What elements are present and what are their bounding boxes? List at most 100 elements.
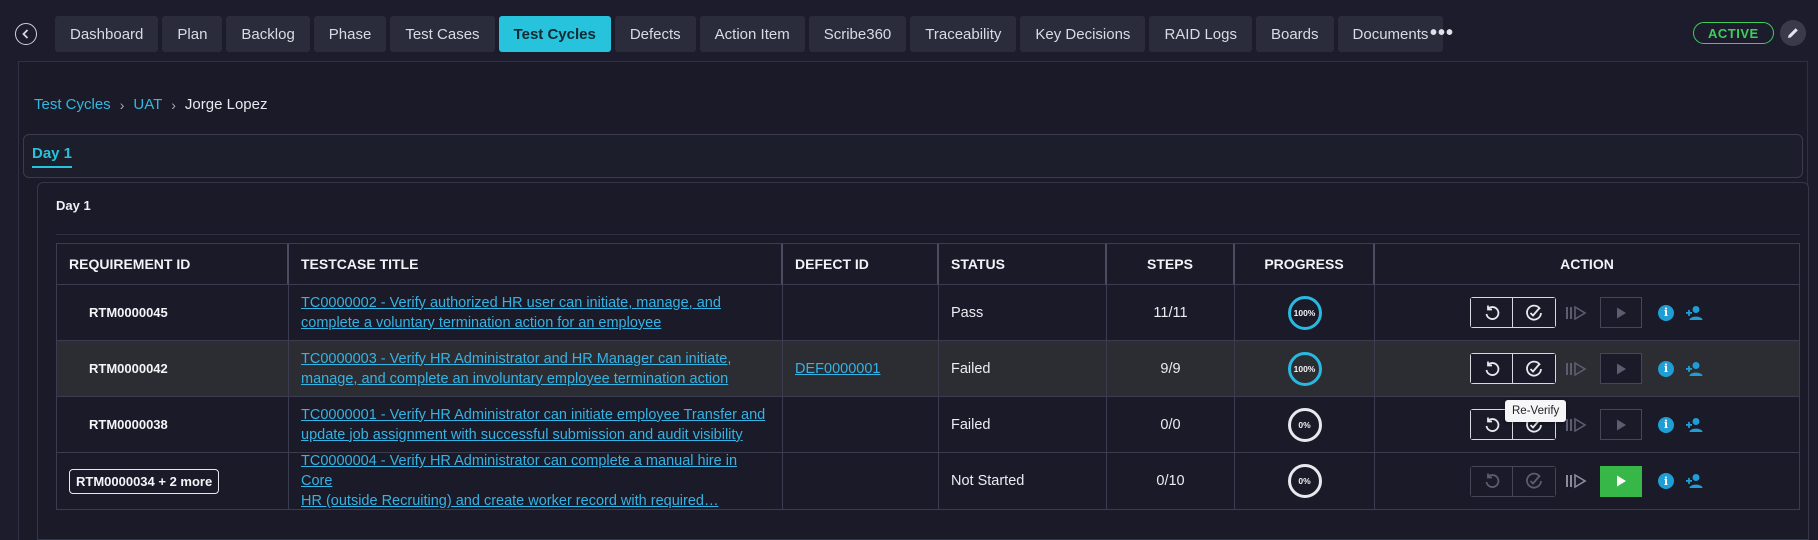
testcase-link[interactable]: TC0000001 - Verify HR Administrator can … [301, 405, 765, 425]
requirement-id: RTM0000038 [89, 417, 168, 432]
progress-ring: 100% [1287, 295, 1322, 330]
re-verify-button[interactable] [1513, 353, 1556, 384]
steps-count: 11/11 [1153, 304, 1188, 321]
section-title: Day 1 [56, 198, 91, 213]
retest-icon [1485, 361, 1499, 376]
retest-button[interactable] [1470, 353, 1513, 384]
testcase-link[interactable]: TC0000003 - Verify HR Administrator and … [301, 349, 731, 369]
execute-button[interactable] [1600, 297, 1642, 328]
test-cycle-table: REQUIREMENT ID TESTCASE TITLE DEFECT ID … [56, 243, 1800, 510]
tab-plan[interactable]: Plan [162, 16, 223, 52]
edit-icon[interactable] [1780, 20, 1806, 46]
retest-icon [1485, 305, 1499, 320]
re-verify-tooltip: Re-Verify [1505, 400, 1567, 422]
header-steps[interactable]: STEPS [1107, 244, 1235, 284]
info-icon[interactable]: i [1658, 304, 1674, 321]
progress-ring: 100% [1287, 351, 1322, 386]
play-icon [1617, 307, 1626, 318]
testcase-link[interactable]: TC0000004 - Verify HR Administrator can … [301, 451, 770, 491]
status-text: Failed [951, 416, 991, 433]
header-testcase-title[interactable]: TESTCASE TITLE [289, 244, 783, 284]
status-badge: ACTIVE [1693, 22, 1774, 44]
day-tab-bar: Day 1 [23, 134, 1803, 178]
info-icon[interactable]: i [1658, 473, 1674, 489]
tab-day-1[interactable]: Day 1 [32, 145, 73, 168]
requirement-id: RTM0000042 [89, 361, 168, 376]
re-verify-button[interactable] [1513, 297, 1556, 328]
header-status[interactable]: STATUS [939, 244, 1107, 284]
tab-scribe360[interactable]: Scribe360 [808, 16, 907, 52]
table-row: RTM0000045 TC0000002 - Verify authorized… [57, 285, 1799, 341]
testcase-link[interactable]: HR (outside Recruiting) and create worke… [301, 491, 770, 511]
progress-ring: 0% [1287, 464, 1322, 498]
steps-count: 9/9 [1160, 360, 1181, 377]
tab-test-cases[interactable]: Test Cases [390, 16, 495, 52]
breadcrumb-current: Jorge Lopez [184, 96, 268, 113]
tab-action-item[interactable]: Action Item [699, 16, 805, 52]
breadcrumb: Test Cycles › UAT › Jorge Lopez [34, 96, 267, 113]
step-forward-icon[interactable] [1556, 297, 1598, 328]
more-tabs-icon[interactable]: ••• [1430, 22, 1454, 45]
retest-button[interactable] [1470, 297, 1513, 328]
execute-button[interactable] [1600, 353, 1642, 384]
play-icon [1617, 475, 1626, 487]
table-row: RTM0000034 + 2 more TC0000004 - Verify H… [57, 453, 1799, 509]
tab-documents[interactable]: Documents [1337, 16, 1444, 52]
status-text: Not Started [951, 473, 1025, 489]
back-icon[interactable] [15, 23, 37, 45]
breadcrumb-uat[interactable]: UAT [133, 96, 162, 113]
re-verify-icon [1526, 360, 1542, 377]
header-defect-id[interactable]: DEFECT ID [783, 244, 939, 284]
header-action: ACTION [1560, 256, 1614, 272]
execute-button[interactable] [1600, 409, 1642, 440]
re-verify-button[interactable] [1513, 465, 1556, 497]
defect-link[interactable]: DEF0000001 [795, 361, 880, 377]
module-tabs: Dashboard Plan Backlog Phase Test Cases … [55, 16, 1444, 52]
info-icon[interactable]: i [1658, 360, 1674, 377]
step-forward-icon[interactable] [1556, 353, 1598, 384]
re-verify-icon [1526, 472, 1542, 489]
tab-key-decisions[interactable]: Key Decisions [1020, 16, 1146, 52]
tab-defects[interactable]: Defects [614, 16, 696, 52]
requirement-id: RTM0000045 [89, 305, 168, 320]
retest-icon [1485, 473, 1499, 488]
tab-phase[interactable]: Phase [313, 16, 387, 52]
divider [56, 234, 1800, 235]
assign-user-icon[interactable] [1686, 417, 1704, 433]
execute-button[interactable] [1600, 465, 1642, 497]
testcase-link[interactable]: manage, and complete an involuntary empl… [301, 369, 731, 389]
testcase-link[interactable]: complete a voluntary termination action … [301, 313, 721, 333]
requirement-id-chip[interactable]: RTM0000034 + 2 more [69, 468, 220, 494]
progress-ring: 0% [1287, 407, 1322, 442]
status-text: Failed [951, 360, 991, 377]
breadcrumb-test-cycles[interactable]: Test Cycles [34, 96, 111, 113]
testcase-link[interactable]: update job assignment with successful su… [301, 425, 765, 445]
assign-user-icon[interactable] [1686, 361, 1704, 377]
tab-dashboard[interactable]: Dashboard [55, 16, 159, 52]
play-icon [1617, 419, 1626, 430]
tab-raid-logs[interactable]: RAID Logs [1149, 16, 1252, 52]
table-header: REQUIREMENT ID TESTCASE TITLE DEFECT ID … [57, 244, 1799, 285]
breadcrumb-separator: › [171, 96, 176, 113]
steps-count: 0/0 [1160, 416, 1181, 433]
assign-user-icon[interactable] [1686, 305, 1704, 321]
assign-user-icon[interactable] [1686, 473, 1704, 489]
tab-boards[interactable]: Boards [1255, 16, 1334, 52]
steps-count: 0/10 [1156, 473, 1185, 489]
tab-traceability[interactable]: Traceability [910, 16, 1017, 52]
info-icon[interactable]: i [1658, 416, 1674, 433]
retest-button[interactable] [1470, 465, 1513, 497]
table-row: RTM0000042 TC0000003 - Verify HR Adminis… [57, 341, 1799, 397]
retest-icon [1485, 417, 1499, 432]
header-progress[interactable]: PROGRESS [1235, 244, 1375, 284]
testcase-link[interactable]: TC0000002 - Verify authorized HR user ca… [301, 293, 721, 313]
re-verify-icon [1526, 304, 1542, 321]
tab-backlog[interactable]: Backlog [226, 16, 310, 52]
top-navigation: Dashboard Plan Backlog Phase Test Cases … [0, 0, 1818, 68]
status-text: Pass [951, 304, 984, 321]
header-requirement-id[interactable]: REQUIREMENT ID [57, 244, 289, 284]
tab-test-cycles[interactable]: Test Cycles [498, 16, 611, 52]
play-icon [1617, 363, 1626, 374]
breadcrumb-separator: › [119, 96, 125, 113]
step-forward-icon[interactable] [1556, 466, 1598, 497]
